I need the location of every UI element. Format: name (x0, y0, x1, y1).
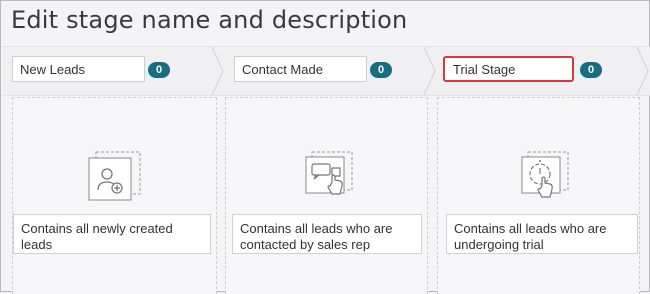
stage-column-contact-made: Contains all leads who are contacted by … (225, 97, 428, 294)
stage-description-trial-stage[interactable]: Contains all leads who are undergoing tr… (446, 214, 638, 254)
stage-column-new-leads: Contains all newly created leads (12, 97, 217, 294)
stopwatch-touch-icon (518, 150, 574, 204)
stage-description-contact-made[interactable]: Contains all leads who are contacted by … (232, 214, 422, 254)
page-title: Edit stage name and description (11, 6, 408, 34)
stage-separator-chevron-icon (211, 47, 224, 95)
stage-column-trial-stage: Contains all leads who are undergoing tr… (437, 97, 640, 294)
stage-separator-chevron-icon (636, 47, 649, 95)
stage-name-input-new-leads[interactable]: New Leads (12, 56, 145, 82)
stage-count-badge: 0 (148, 62, 170, 78)
add-user-icon (86, 150, 142, 204)
stage-bar: New Leads 0 Contact Made 0 Trial Stage 0 (2, 46, 650, 96)
stage-count-badge: 0 (580, 62, 602, 78)
stage-name-input-contact-made[interactable]: Contact Made (234, 56, 367, 82)
chat-touch-icon (302, 150, 358, 204)
stage-name-input-trial-stage[interactable]: Trial Stage (443, 56, 574, 82)
stage-separator-chevron-icon (423, 47, 436, 95)
stage-description-new-leads[interactable]: Contains all newly created leads (13, 214, 211, 254)
stage-count-badge: 0 (370, 62, 392, 78)
window: Edit stage name and description New Lead… (0, 0, 650, 294)
